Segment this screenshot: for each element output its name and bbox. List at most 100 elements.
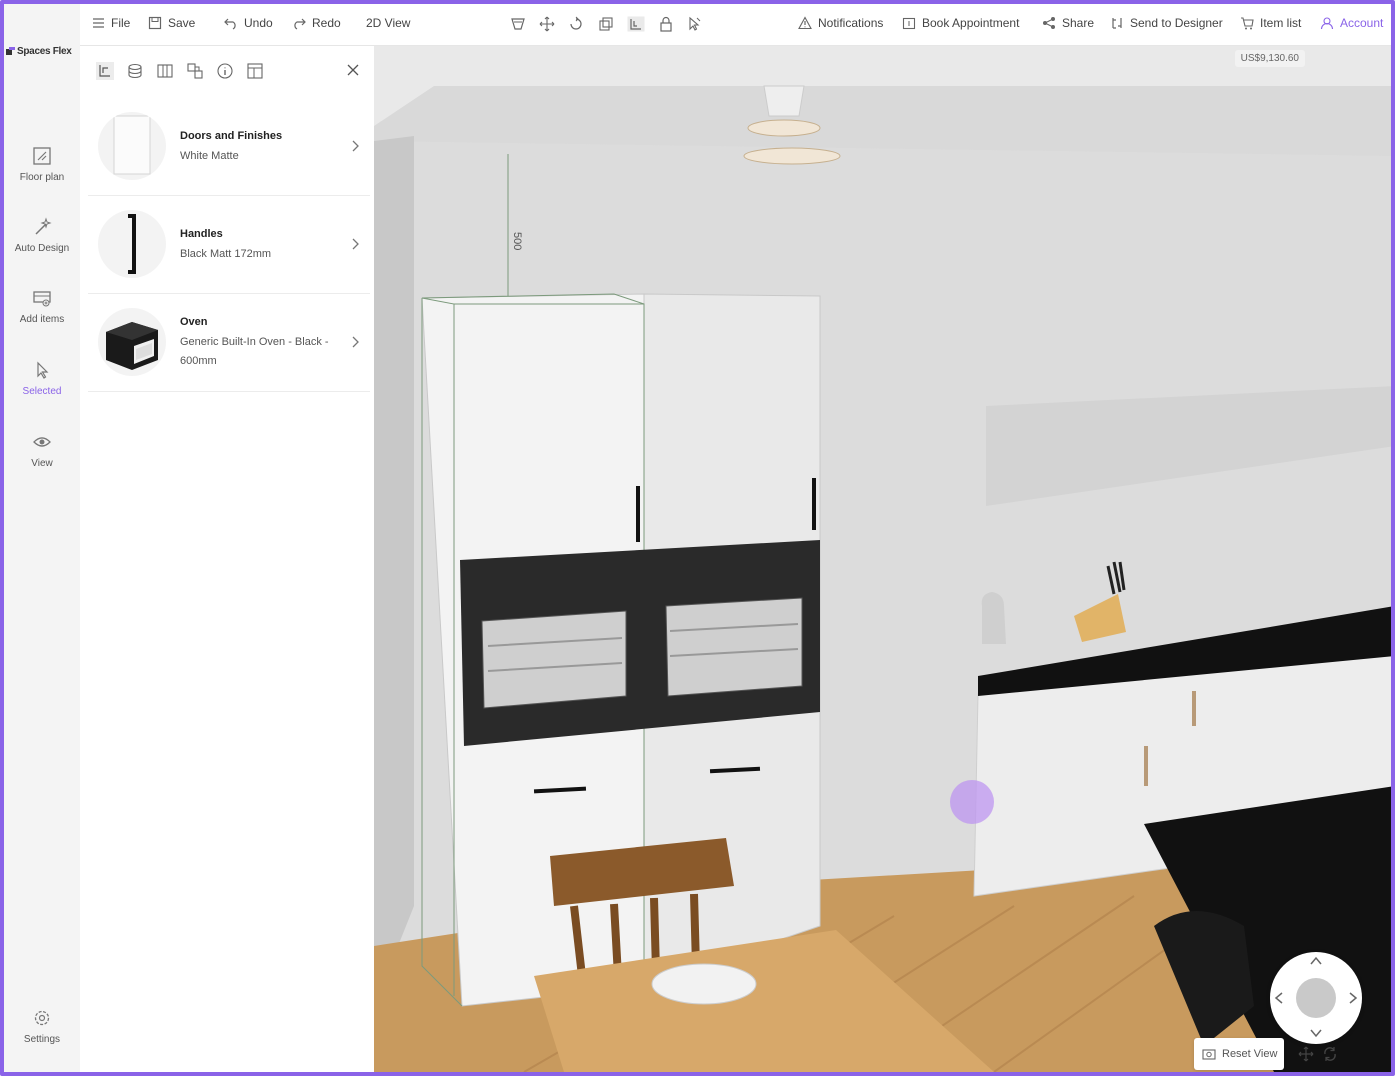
calendar-icon bbox=[902, 17, 916, 30]
book-appointment-button[interactable]: Book Appointment bbox=[902, 16, 1019, 30]
move-icon[interactable] bbox=[539, 16, 555, 32]
brand-icon bbox=[6, 47, 15, 55]
view-2d-button[interactable]: 2D View bbox=[366, 16, 410, 30]
send-to-designer-button[interactable]: Send to Designer bbox=[1110, 16, 1223, 30]
select-cursor-icon[interactable] bbox=[686, 16, 702, 32]
notifications-button[interactable]: Notifications bbox=[798, 16, 883, 30]
handle-thumbnail bbox=[98, 210, 166, 278]
rail-item-selected[interactable]: Selected bbox=[4, 360, 80, 397]
share-label: Share bbox=[1062, 16, 1095, 30]
bucket-icon[interactable] bbox=[510, 16, 526, 32]
rail-item-view[interactable]: View bbox=[4, 432, 80, 469]
cursor-indicator bbox=[950, 780, 994, 824]
cursor-icon bbox=[37, 361, 49, 379]
camera-icon bbox=[1202, 1049, 1216, 1060]
user-icon bbox=[1320, 17, 1334, 30]
3d-viewport[interactable]: 500 US$9,130.60 Reset View bbox=[374, 46, 1391, 1072]
align-icon[interactable] bbox=[627, 16, 645, 32]
oven-thumbnail bbox=[98, 308, 166, 376]
add-items-icon bbox=[33, 291, 51, 307]
chevron-right-icon bbox=[352, 238, 359, 250]
orbit-icon[interactable] bbox=[1322, 1046, 1338, 1062]
undo-icon bbox=[224, 18, 236, 30]
rail-item-label: Floor plan bbox=[19, 172, 65, 183]
save-label: Save bbox=[168, 16, 196, 30]
option-card-oven[interactable]: Oven Generic Built-In Oven - Black - 600… bbox=[88, 294, 370, 392]
rail-item-label: Auto Design bbox=[14, 243, 70, 254]
save-button[interactable]: Save bbox=[148, 16, 195, 30]
save-icon bbox=[148, 16, 162, 30]
undo-label: Undo bbox=[244, 16, 273, 30]
view-2d-label: 2D View bbox=[366, 16, 411, 30]
reset-view-button[interactable]: Reset View bbox=[1194, 1038, 1284, 1070]
rail-item-auto-design[interactable]: Auto Design bbox=[4, 217, 80, 254]
eye-icon bbox=[33, 437, 51, 447]
duplicate-icon[interactable] bbox=[598, 16, 614, 32]
nav-joystick[interactable] bbox=[1296, 978, 1336, 1018]
account-button[interactable]: Account bbox=[1320, 16, 1383, 30]
chevron-left-icon[interactable] bbox=[1274, 992, 1284, 1004]
rotate-icon[interactable] bbox=[568, 16, 584, 32]
properties-panel: Doors and Finishes White Matte Handles B… bbox=[80, 46, 374, 1072]
kitchen-scene: 500 bbox=[374, 46, 1391, 1072]
reset-view-label: Reset View bbox=[1222, 1048, 1278, 1060]
rail-item-add-items[interactable]: Add items bbox=[4, 288, 80, 325]
share-icon bbox=[1043, 17, 1055, 29]
cart-icon bbox=[1241, 17, 1254, 30]
card-title: Oven bbox=[180, 316, 208, 328]
card-title: Handles bbox=[180, 228, 223, 240]
total-price-badge: US$9,130.60 bbox=[1234, 50, 1305, 67]
item-list-button[interactable]: Item list bbox=[1240, 16, 1301, 30]
send-to-designer-label: Send to Designer bbox=[1130, 16, 1223, 30]
file-menu-button[interactable]: File bbox=[92, 16, 130, 30]
door-thumbnail bbox=[98, 112, 166, 180]
rail-item-settings[interactable]: Settings bbox=[4, 1008, 80, 1045]
notifications-label: Notifications bbox=[818, 16, 884, 30]
book-appointment-label: Book Appointment bbox=[922, 16, 1020, 30]
redo-icon bbox=[294, 18, 306, 30]
tab-properties-icon[interactable] bbox=[96, 62, 114, 80]
close-icon[interactable] bbox=[346, 63, 360, 77]
rail-item-label: View bbox=[31, 458, 53, 469]
rail-item-floor-plan[interactable]: Floor plan bbox=[4, 146, 80, 183]
hamburger-icon bbox=[93, 18, 104, 28]
magic-wand-icon bbox=[35, 217, 52, 235]
share-button[interactable]: Share bbox=[1042, 16, 1094, 30]
floor-plan-icon bbox=[33, 147, 51, 165]
settings-label: Settings bbox=[23, 1034, 61, 1045]
card-title: Doors and Finishes bbox=[180, 130, 283, 142]
app-frame: Spaces Flex Floor plan Auto Design Add i… bbox=[0, 0, 1395, 1076]
warning-icon bbox=[798, 16, 812, 30]
card-subtitle: Generic Built-In Oven - Black - 600mm bbox=[180, 336, 329, 367]
pan-icon[interactable] bbox=[1298, 1046, 1314, 1062]
left-rail: Spaces Flex Floor plan Auto Design Add i… bbox=[4, 4, 80, 1072]
redo-button[interactable]: Redo bbox=[292, 16, 341, 30]
redo-label: Redo bbox=[312, 16, 341, 30]
info-icon[interactable] bbox=[216, 62, 234, 80]
camera-nav-pad[interactable] bbox=[1270, 952, 1362, 1044]
chevron-right-icon[interactable] bbox=[1348, 992, 1358, 1004]
chevron-right-icon bbox=[352, 140, 359, 152]
card-subtitle: Black Matt 172mm bbox=[180, 248, 272, 260]
dimension-label: 500 bbox=[511, 232, 523, 250]
account-label: Account bbox=[1340, 16, 1384, 30]
tab-materials-icon[interactable] bbox=[126, 62, 144, 80]
brand-name: Spaces Flex bbox=[17, 46, 72, 57]
chevron-right-icon bbox=[352, 336, 359, 348]
tab-table-icon[interactable] bbox=[246, 62, 264, 80]
item-list-label: Item list bbox=[1260, 16, 1302, 30]
option-card-doors-and-finishes[interactable]: Doors and Finishes White Matte bbox=[88, 98, 370, 196]
tab-layout-icon[interactable] bbox=[186, 62, 204, 80]
rail-item-label: Add items bbox=[19, 314, 65, 325]
brand-logo: Spaces Flex bbox=[6, 46, 72, 57]
gear-icon bbox=[34, 1010, 50, 1026]
card-subtitle: White Matte bbox=[180, 150, 239, 162]
undo-button[interactable]: Undo bbox=[224, 16, 273, 30]
chevron-up-icon[interactable] bbox=[1310, 956, 1322, 966]
option-card-handles[interactable]: Handles Black Matt 172mm bbox=[88, 196, 370, 294]
lock-icon[interactable] bbox=[658, 16, 674, 32]
designer-icon bbox=[1112, 18, 1122, 29]
panel-tabs bbox=[80, 62, 374, 88]
tab-cabinet-icon[interactable] bbox=[156, 62, 174, 80]
chevron-down-icon[interactable] bbox=[1310, 1028, 1322, 1038]
